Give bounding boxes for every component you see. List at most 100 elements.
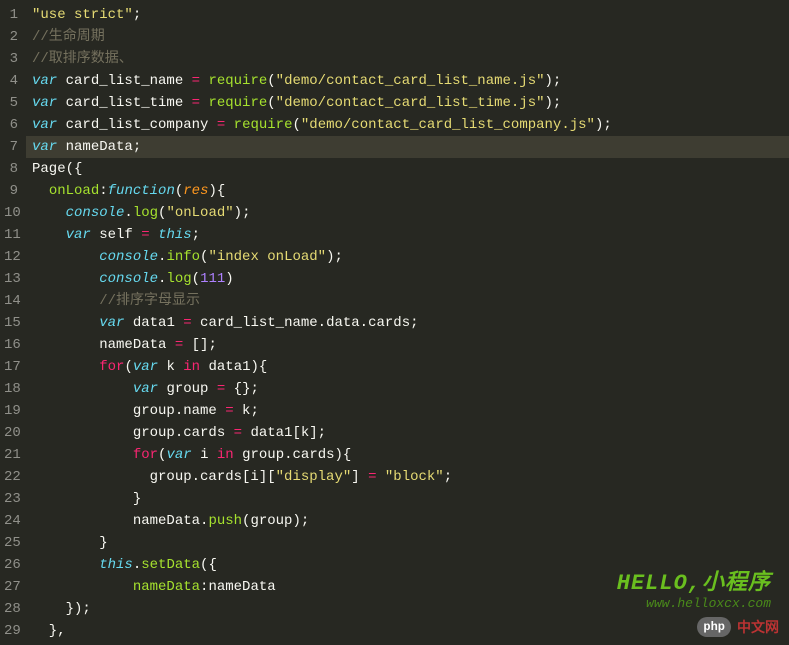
code-line[interactable]: nameData = []; [32, 334, 789, 356]
code-line[interactable]: var card_list_company = require("demo/co… [32, 114, 789, 136]
token-id: }); [32, 601, 91, 617]
line-number: 20 [4, 422, 18, 444]
token-func: log [166, 271, 191, 287]
code-line[interactable]: "use strict"; [32, 4, 789, 26]
token-id: ( [124, 359, 132, 375]
token-kw: var [66, 227, 91, 243]
token-kw: var [32, 73, 57, 89]
token-kw: var [99, 315, 124, 331]
token-id: ( [267, 73, 275, 89]
code-line[interactable]: nameData.push(group); [32, 510, 789, 532]
token-id: group.cards[i][ [32, 469, 276, 485]
token-id: ] [351, 469, 368, 485]
token-id: ); [545, 95, 562, 111]
token-kw: var [32, 139, 57, 155]
code-area[interactable]: "use strict";//生命周期//取排序数据、var card_list… [26, 0, 789, 645]
token-kw: console [66, 205, 125, 221]
line-number: 21 [4, 444, 18, 466]
token-id [32, 447, 133, 463]
token-id: card_list_name [57, 73, 191, 89]
token-id: card_list_time [57, 95, 191, 111]
code-line[interactable]: onLoad:function(res){ [32, 180, 789, 202]
token-kw: var [166, 447, 191, 463]
line-number: 23 [4, 488, 18, 510]
token-func: onLoad [49, 183, 99, 199]
token-id: }, [32, 623, 66, 639]
code-line[interactable]: //排序字母显示 [32, 290, 789, 312]
token-id: data1[k]; [242, 425, 326, 441]
token-op: for [99, 359, 124, 375]
code-line[interactable]: var card_list_name = require("demo/conta… [32, 70, 789, 92]
code-line[interactable]: var self = this; [32, 224, 789, 246]
token-id [225, 117, 233, 133]
code-line[interactable]: group.cards[i]["display"] = "block"; [32, 466, 789, 488]
code-line[interactable]: var data1 = card_list_name.data.cards; [32, 312, 789, 334]
code-line[interactable]: nameData:nameData [32, 576, 789, 598]
code-line[interactable]: } [32, 488, 789, 510]
token-func: push [208, 513, 242, 529]
code-line[interactable]: //取排序数据、 [32, 48, 789, 70]
code-line[interactable]: this.setData({ [32, 554, 789, 576]
token-op: = [192, 95, 200, 111]
line-number: 8 [4, 158, 18, 180]
token-id [32, 359, 99, 375]
token-id: ) [225, 271, 233, 287]
line-number: 15 [4, 312, 18, 334]
token-id: :nameData [200, 579, 276, 595]
token-id: . [133, 557, 141, 573]
code-line[interactable]: for(var k in data1){ [32, 356, 789, 378]
line-number: 28 [4, 598, 18, 620]
token-id: ; [192, 227, 200, 243]
token-id: i [192, 447, 217, 463]
token-kw: var [133, 381, 158, 397]
token-id [32, 381, 133, 397]
token-id: []; [183, 337, 217, 353]
token-op: = [175, 337, 183, 353]
token-func: log [133, 205, 158, 221]
token-func: setData [141, 557, 200, 573]
code-line[interactable]: console.log(111) [32, 268, 789, 290]
token-id: {}; [225, 381, 259, 397]
token-id [32, 249, 99, 265]
token-str: "use strict" [32, 7, 133, 23]
token-kw: this [99, 557, 133, 573]
token-id [376, 469, 384, 485]
token-op: in [183, 359, 200, 375]
token-id [32, 205, 66, 221]
token-op: = [225, 403, 233, 419]
token-op: = [234, 425, 242, 441]
code-line[interactable]: group.name = k; [32, 400, 789, 422]
code-line[interactable]: console.log("onLoad"); [32, 202, 789, 224]
code-line[interactable]: console.info("index onLoad"); [32, 246, 789, 268]
token-id: nameData; [57, 139, 141, 155]
token-id [32, 227, 66, 243]
code-line[interactable]: var group = {}; [32, 378, 789, 400]
code-line[interactable]: var nameData; [26, 136, 789, 158]
token-kw: console [99, 249, 158, 265]
token-kw: this [158, 227, 192, 243]
token-op: = [141, 227, 149, 243]
code-line[interactable]: }, [32, 620, 789, 642]
token-op: in [217, 447, 234, 463]
code-line[interactable]: //生命周期 [32, 26, 789, 48]
token-op: for [133, 447, 158, 463]
token-id: ); [326, 249, 343, 265]
token-num: 111 [200, 271, 225, 287]
code-line[interactable]: } [32, 532, 789, 554]
line-number: 29 [4, 620, 18, 642]
line-number: 1 [4, 4, 18, 26]
token-id: } [32, 535, 108, 551]
code-line[interactable]: }); [32, 598, 789, 620]
php-badge: php [697, 617, 731, 637]
line-number: 5 [4, 92, 18, 114]
line-number: 12 [4, 246, 18, 268]
code-line[interactable]: group.cards = data1[k]; [32, 422, 789, 444]
token-id [32, 579, 133, 595]
token-id: ; [444, 469, 452, 485]
line-number: 14 [4, 290, 18, 312]
code-line[interactable]: for(var i in group.cards){ [32, 444, 789, 466]
code-line[interactable]: Page({ [32, 158, 789, 180]
token-kw: var [133, 359, 158, 375]
code-line[interactable]: var card_list_time = require("demo/conta… [32, 92, 789, 114]
token-id [32, 315, 99, 331]
